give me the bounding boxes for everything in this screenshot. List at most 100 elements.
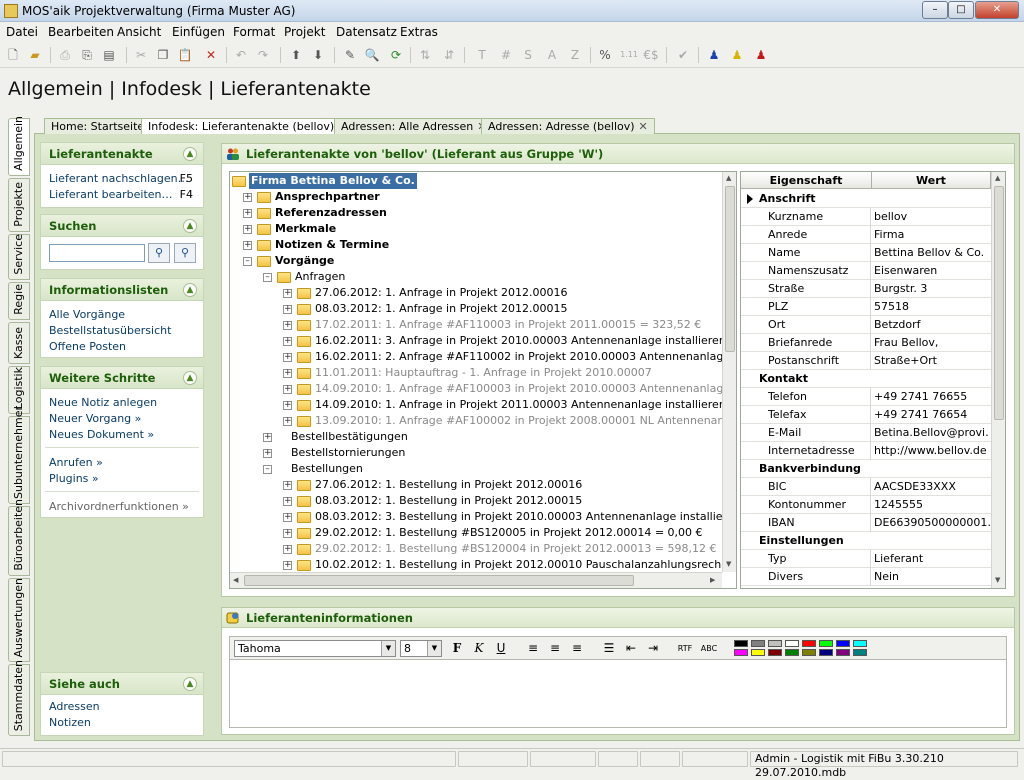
menu-datei[interactable]: Datei [6, 25, 38, 39]
tree-node[interactable]: Bestellungen [291, 461, 363, 477]
grid-vertical-scrollbar[interactable]: ▲ ▼ [991, 172, 1005, 588]
expand-icon[interactable]: + [283, 481, 292, 490]
scroll-up-icon[interactable]: ▲ [995, 174, 1000, 182]
indent-icon[interactable]: ⇥ [644, 640, 662, 657]
tree-item-vorgang[interactable]: 16.02.2011: 3. Anfrage in Projekt 2010.0… [315, 333, 726, 349]
tree-node[interactable]: Anfragen [295, 269, 345, 285]
expand-icon[interactable]: + [283, 497, 292, 506]
property-value[interactable]: Nein [872, 568, 990, 586]
property-value[interactable]: 57518 [872, 298, 990, 316]
rtf-icon[interactable]: RTF [676, 640, 694, 657]
property-value[interactable]: Straße+Ort [872, 352, 990, 370]
tree-node[interactable]: Firma Bettina Bellov & Co. [249, 173, 417, 189]
link-adressen[interactable]: Adressen [49, 700, 100, 713]
paste-icon[interactable]: 📋 [176, 46, 194, 64]
checkmark-tool-icon[interactable]: ✔ [674, 46, 692, 64]
doc-tab-lieferantenakte[interactable]: Infodesk: Lieferantenakte (bellov)✕ [141, 118, 355, 134]
collapse-icon[interactable]: – [263, 465, 272, 474]
bullet-list-icon[interactable]: ☰ [600, 640, 618, 657]
align-left-icon[interactable]: ≡ [524, 640, 542, 657]
menu-extras[interactable]: Extras [400, 25, 438, 39]
grid-row[interactable]: Postanschrift Straße+Ort [741, 352, 991, 370]
tree-vertical-scrollbar[interactable]: ▲ ▼ [722, 172, 736, 572]
italic-icon[interactable]: K [470, 640, 488, 657]
menu-datensatz[interactable]: Datensatz [336, 25, 397, 39]
spellcheck-icon[interactable]: ABC [700, 640, 718, 657]
color-palette[interactable] [734, 640, 874, 658]
link-archivordnerfunktionen[interactable]: Archivordnerfunktionen » [49, 500, 189, 513]
color-swatch[interactable] [768, 649, 782, 656]
link-plugins[interactable]: Plugins » [49, 472, 99, 485]
font-size-select[interactable]: 8 ▼ [400, 640, 442, 657]
currency-icon[interactable]: €$ [642, 46, 660, 64]
open-folder-icon[interactable]: ▰ [26, 46, 44, 64]
color-swatch[interactable] [751, 640, 765, 647]
cut-icon[interactable]: ✂ [132, 46, 150, 64]
doc-tab-startseite[interactable]: Home: Startseite [44, 118, 152, 134]
expand-icon[interactable]: + [283, 545, 292, 554]
link-lieferant-nachschlagen[interactable]: Lieferant nachschlagen… [49, 172, 189, 185]
tree-node[interactable]: Vorgänge [275, 253, 334, 269]
property-value[interactable]: Eisenwaren [872, 262, 990, 280]
grid-row[interactable]: BIC AACSDE33XXX [741, 478, 991, 496]
grid-row[interactable]: Name Bettina Bellov & Co. [741, 244, 991, 262]
align-right-icon[interactable]: ≡ [568, 640, 586, 657]
property-value[interactable]: Burgstr. 3 [872, 280, 990, 298]
font-family-select[interactable]: Tahoma ▼ [234, 640, 396, 657]
scroll-down-icon[interactable]: ▼ [995, 576, 1000, 584]
number-format-icon[interactable]: # [497, 46, 515, 64]
grid-row[interactable]: Typ Lieferant [741, 550, 991, 568]
expand-icon[interactable]: + [283, 561, 292, 570]
expand-icon[interactable]: + [263, 433, 272, 442]
tree-item-vorgang[interactable]: 14.09.2010: 1. Anfrage in Projekt 2011.0… [315, 397, 726, 413]
expand-icon[interactable]: + [283, 385, 292, 394]
link-alle-vorgaenge[interactable]: Alle Vorgänge [49, 308, 125, 321]
color-swatch[interactable] [768, 640, 782, 647]
property-value[interactable]: Firma [872, 226, 990, 244]
move-up-icon[interactable]: ⬆ [287, 46, 305, 64]
property-value[interactable]: Betzdorf [872, 316, 990, 334]
color-swatch[interactable] [734, 649, 748, 656]
color-swatch[interactable] [853, 649, 867, 656]
tree-item-vorgang[interactable]: 29.02.2012: 1. Bestellung #BS120005 in P… [315, 525, 703, 541]
user-yellow-icon[interactable]: ♟ [728, 46, 746, 64]
search-input[interactable] [49, 244, 145, 262]
scroll-down-icon[interactable]: ▼ [726, 560, 731, 568]
link-offene-posten[interactable]: Offene Posten [49, 340, 126, 353]
grid-category[interactable]: Einstellungen [741, 532, 991, 550]
collapse-icon[interactable]: ▲ [183, 677, 197, 691]
tab-subunternehmer[interactable]: Subunternehmer [8, 406, 30, 504]
tree-item-vorgang[interactable]: 13.09.2010: 1. Anfrage #AF100002 in Proj… [315, 413, 736, 429]
record-tree[interactable]: Firma Bettina Bellov & Co. + Ansprechpartn… [229, 171, 737, 589]
close-button[interactable]: ✕ [975, 1, 1019, 19]
grid-row[interactable]: Kurzname bellov [741, 208, 991, 226]
grid-row[interactable]: Divers Nein [741, 568, 991, 586]
property-value[interactable]: +49 2741 76655 [872, 388, 990, 406]
grid-row[interactable]: Telefon +49 2741 76655 [741, 388, 991, 406]
grid-row[interactable]: Internetadresse http://www.bellov.de [741, 442, 991, 460]
color-swatch[interactable] [853, 640, 867, 647]
scroll-right-icon[interactable]: ▶ [710, 576, 715, 584]
expand-icon[interactable]: + [243, 241, 252, 250]
doc-tab-adresse[interactable]: Adressen: Adresse (bellov) ✕ [481, 118, 655, 134]
tab-kasse[interactable]: Kasse [8, 322, 30, 364]
property-value[interactable]: DE66390500000001… [872, 514, 990, 532]
refresh-icon[interactable]: ⟳ [387, 46, 405, 64]
grid-category[interactable]: Bankverbindung [741, 460, 991, 478]
expand-icon[interactable]: + [283, 353, 292, 362]
link-neuer-vorgang[interactable]: Neuer Vorgang » [49, 412, 141, 425]
tree-node[interactable]: Bestellstornierungen [291, 445, 405, 461]
menu-bearbeiten[interactable]: Bearbeiten [48, 25, 114, 39]
tab-projekte[interactable]: Projekte [8, 178, 30, 232]
collapse-icon[interactable]: ▲ [183, 219, 197, 233]
tree-node[interactable]: Merkmale [275, 221, 336, 237]
tab-stammdaten[interactable]: Stammdaten [8, 660, 30, 736]
expand-icon[interactable]: + [283, 289, 292, 298]
expand-icon[interactable]: + [283, 321, 292, 330]
tree-item-vorgang[interactable]: 17.02.2011: 1. Anfrage #AF110003 in Proj… [315, 317, 701, 333]
tab-allgemein[interactable]: Allgemein [8, 116, 30, 176]
tree-item-vorgang[interactable]: 08.03.2012: 1. Anfrage in Projekt 2012.0… [315, 301, 568, 317]
collapse-icon[interactable]: ▲ [183, 147, 197, 161]
expand-icon[interactable]: + [243, 193, 252, 202]
grid-category[interactable]: Kontakt [741, 370, 991, 388]
